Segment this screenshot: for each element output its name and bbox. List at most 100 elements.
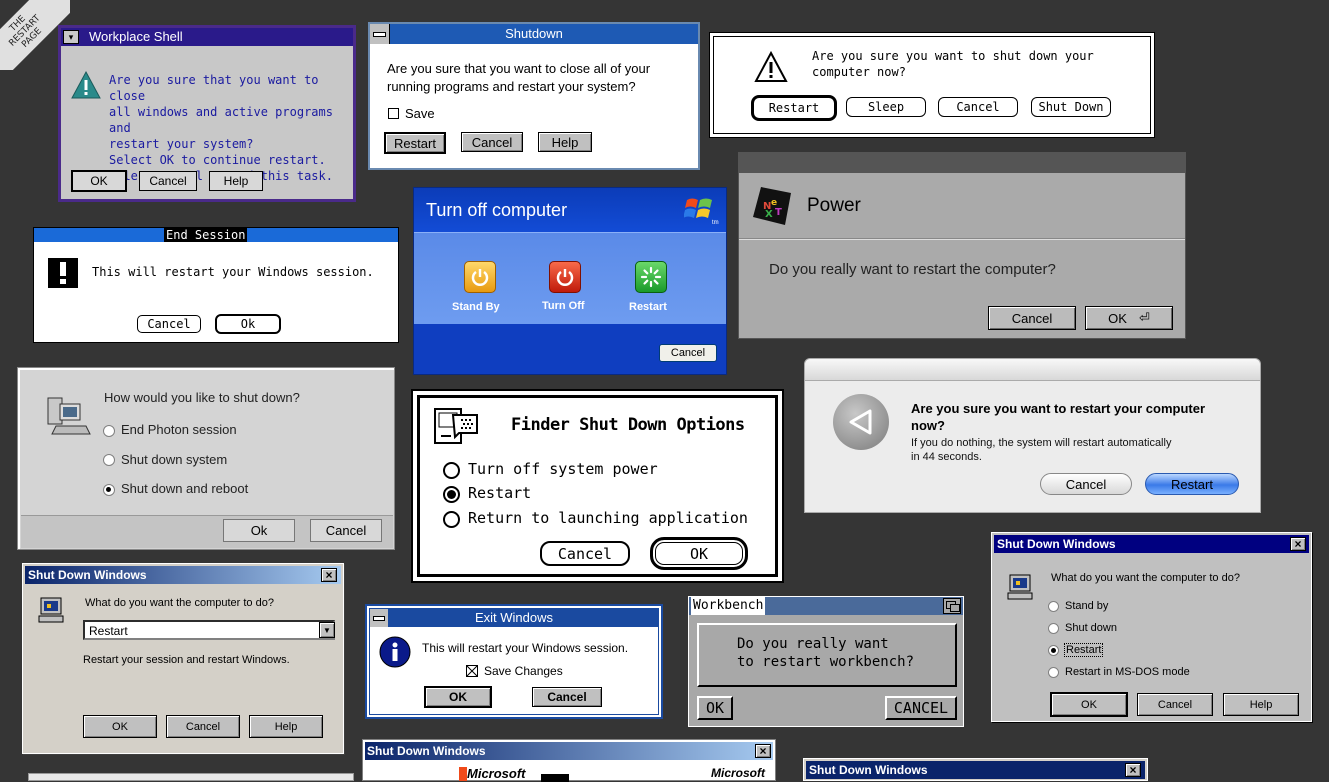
chevron-down-icon[interactable]: ▼ — [319, 622, 335, 638]
stand-by-radio[interactable] — [1048, 601, 1059, 612]
turn-off-power-radio[interactable] — [443, 462, 460, 479]
return-to-app-radio[interactable] — [443, 511, 460, 528]
close-icon[interactable]: × — [321, 568, 337, 582]
tm-mark: tm — [712, 220, 719, 226]
warning-icon — [71, 70, 101, 105]
ok-button[interactable]: OK — [71, 170, 127, 192]
stop-icon — [48, 258, 78, 288]
ok-button[interactable]: OK — [83, 715, 157, 738]
win98-shutdown-bottom: Shut Down Windows × — [803, 758, 1148, 781]
ok-button[interactable]: OK — [650, 537, 748, 570]
close-icon[interactable]: × — [1125, 763, 1141, 777]
bottom-titlebar: Shut Down Windows × — [806, 761, 1145, 779]
cancel-button[interactable]: Cancel — [139, 171, 197, 191]
os2-title: Workplace Shell — [89, 29, 183, 44]
aqua-subtext: If you do nothing, the system will resta… — [911, 437, 1172, 463]
photon-question: How would you like to shut down? — [104, 390, 300, 405]
ok-button[interactable]: Ok — [223, 519, 295, 542]
win95-shutdown-dialog: Shut Down Windows × What do you want the… — [991, 532, 1312, 722]
help-button[interactable]: Help — [209, 171, 263, 191]
close-icon[interactable]: × — [755, 744, 771, 758]
save-checkbox[interactable] — [388, 108, 399, 119]
sleep-button[interactable]: Sleep — [846, 97, 926, 117]
computer-icon — [37, 596, 67, 631]
ms-dos-radio[interactable] — [1048, 667, 1059, 678]
end-session-dialog: End Session This will restart your Windo… — [33, 227, 399, 343]
windows-flag-icon — [459, 767, 467, 781]
cancel-button[interactable]: Cancel — [1137, 693, 1213, 716]
cancel-button[interactable]: Cancel — [461, 132, 523, 152]
shutdown-dialog: Shutdown Are you sure that you want to c… — [368, 22, 700, 170]
splash-title: Shut Down Windows — [367, 744, 486, 758]
restart-radio[interactable] — [443, 486, 460, 503]
exit-windows-title: Exit Windows — [474, 610, 554, 625]
stand-by-icon[interactable] — [464, 261, 496, 293]
end-session-message: This will restart your Windows session. — [92, 265, 374, 279]
restart-label[interactable]: Restart — [629, 301, 667, 313]
action-select[interactable]: Restart ▼ — [83, 620, 335, 640]
win98-description: Restart your session and restart Windows… — [83, 654, 290, 666]
cancel-button[interactable]: Cancel — [540, 541, 630, 566]
ok-button[interactable]: Ok — [215, 314, 281, 334]
cancel-button[interactable]: Cancel — [938, 97, 1018, 117]
os2-dialog: ▾ Workplace Shell Are you sure that you … — [58, 25, 356, 202]
end-photon-radio[interactable] — [103, 425, 115, 437]
shut-down-reboot-label: Shut down and reboot — [121, 481, 249, 496]
return-key-icon: ⏎ — [1138, 310, 1150, 325]
bottom-title: Shut Down Windows — [809, 763, 928, 777]
splash-titlebar: Shut Down Windows × — [365, 742, 773, 760]
next-power-panel: NeXT Power Do you really want to restart… — [738, 152, 1186, 339]
cancel-button[interactable]: Cancel — [988, 306, 1076, 330]
stand-by-label: Stand by — [1065, 600, 1109, 612]
shut-down-reboot-radio[interactable] — [103, 484, 115, 496]
os2-message: Are you sure that you want to close all w… — [109, 73, 333, 183]
caution-icon — [754, 50, 788, 88]
cancel-button[interactable]: Cancel — [532, 687, 602, 707]
win95-question: What do you want the computer to do? — [1051, 572, 1240, 584]
cancel-button[interactable]: Cancel — [166, 715, 240, 738]
shut-down-radio[interactable] — [1048, 623, 1059, 634]
close-icon[interactable]: × — [1290, 537, 1306, 551]
cancel-button[interactable]: Cancel — [659, 344, 717, 362]
shutdown-title: Shutdown — [505, 26, 563, 41]
shut-down-system-radio[interactable] — [103, 454, 115, 466]
exit-windows-dialog: Exit Windows This will restart your Wind… — [365, 604, 663, 719]
system-menu-icon[interactable]: ▾ — [63, 30, 79, 44]
ok-label: OK — [1108, 310, 1127, 326]
help-button[interactable]: Help — [538, 132, 592, 152]
info-icon — [379, 636, 411, 673]
restart-button[interactable]: Restart — [751, 95, 837, 121]
stand-by-label[interactable]: Stand By — [452, 301, 500, 313]
svg-text:T: T — [775, 207, 782, 218]
restart-icon[interactable] — [635, 261, 667, 293]
cancel-button[interactable]: Cancel — [137, 315, 201, 333]
shut-down-button[interactable]: Shut Down — [1031, 97, 1111, 117]
cancel-button[interactable]: Cancel — [310, 519, 382, 542]
microsoft-logo-right: Microsoft — [711, 766, 765, 780]
restart-radio[interactable] — [1048, 645, 1059, 656]
ok-button[interactable]: OK — [697, 696, 733, 720]
save-changes-label: Save Changes — [484, 664, 563, 678]
help-button[interactable]: Help — [249, 715, 323, 738]
restart-button[interactable]: Restart — [384, 132, 446, 154]
ok-button[interactable]: OK — [424, 686, 492, 708]
mac-shutdown-alert: Are you sure you want to shut down your c… — [709, 32, 1155, 138]
shut-down-label: Shut down — [1065, 622, 1117, 634]
cancel-button[interactable]: CANCEL — [885, 696, 957, 720]
partial-dialog-left — [28, 773, 354, 781]
turn-off-icon[interactable] — [549, 261, 581, 293]
depth-gadget-icon[interactable] — [943, 598, 961, 614]
finder-shutdown-dialog: Finder Shut Down Options Turn off system… — [411, 389, 784, 583]
ok-button[interactable]: OK — [1051, 693, 1127, 716]
help-button[interactable]: Help — [1223, 693, 1299, 716]
restart-arrow-icon — [833, 394, 889, 450]
divider — [739, 238, 1185, 240]
cancel-button[interactable]: Cancel — [1040, 473, 1132, 495]
svg-text:X: X — [765, 209, 773, 220]
ok-button[interactable]: OK ⏎ — [1085, 306, 1173, 330]
save-changes-checkbox[interactable] — [466, 665, 478, 677]
restart-button[interactable]: Restart — [1145, 473, 1239, 495]
turn-off-label[interactable]: Turn Off — [542, 300, 585, 312]
photon-shutdown-dialog: How would you like to shut down? End Pho… — [17, 367, 395, 550]
end-session-title: End Session — [164, 228, 248, 242]
